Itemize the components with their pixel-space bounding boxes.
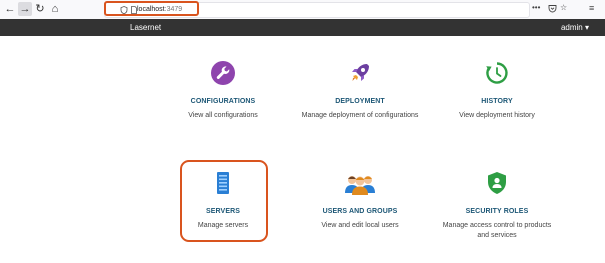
- tile-description: View deployment history: [459, 112, 535, 119]
- tile-title: SECURITY ROLES: [465, 208, 529, 215]
- tile-title: CONFIGURATIONS: [190, 98, 256, 105]
- tile-users-and-groups[interactable]: USERS AND GROUPS View and edit local use…: [300, 171, 420, 241]
- tile-configurations[interactable]: CONFIGURATIONS View all configurations: [163, 61, 283, 131]
- tile-history[interactable]: HISTORY View deployment history: [437, 61, 557, 131]
- servers-highlight-annotation: [180, 160, 268, 242]
- tile-description: Manage access control to products and se…: [442, 222, 552, 239]
- app-header: Lasernet admin ▾: [0, 19, 605, 36]
- history-icon: [486, 62, 508, 84]
- tile-description: View all configurations: [188, 112, 258, 119]
- pocket-icon[interactable]: [548, 4, 557, 13]
- tile-security-roles[interactable]: SECURITY ROLES Manage access control to …: [437, 171, 557, 251]
- url-highlight-annotation: [104, 1, 199, 16]
- bookmark-star-icon[interactable]: ☆: [560, 3, 567, 13]
- menu-icon[interactable]: ≡: [589, 3, 594, 13]
- users-icon: [345, 176, 375, 195]
- forward-button[interactable]: →: [18, 2, 32, 16]
- app-brand[interactable]: Lasernet: [130, 19, 161, 36]
- back-button[interactable]: ←: [3, 2, 17, 16]
- wrench-icon: [211, 61, 235, 85]
- user-menu[interactable]: admin ▾: [561, 19, 589, 36]
- tile-description: View and edit local users: [321, 222, 399, 229]
- shield-user-icon: [488, 172, 506, 194]
- tile-title: USERS AND GROUPS: [322, 208, 398, 215]
- home-icon[interactable]: ⌂: [48, 2, 62, 16]
- tile-title: HISTORY: [481, 98, 513, 105]
- browser-toolbar: ← → ↻ ⌂ localhost:3479 ••• ☆ ≡: [0, 0, 605, 20]
- tile-deployment[interactable]: DEPLOYMENT Manage deployment of configur…: [300, 61, 420, 141]
- reload-button[interactable]: ↻: [33, 2, 47, 16]
- tile-title: DEPLOYMENT: [335, 98, 385, 105]
- rocket-icon: [352, 64, 369, 81]
- more-icon[interactable]: •••: [532, 3, 540, 13]
- tile-description: Manage deployment of configurations: [301, 112, 419, 119]
